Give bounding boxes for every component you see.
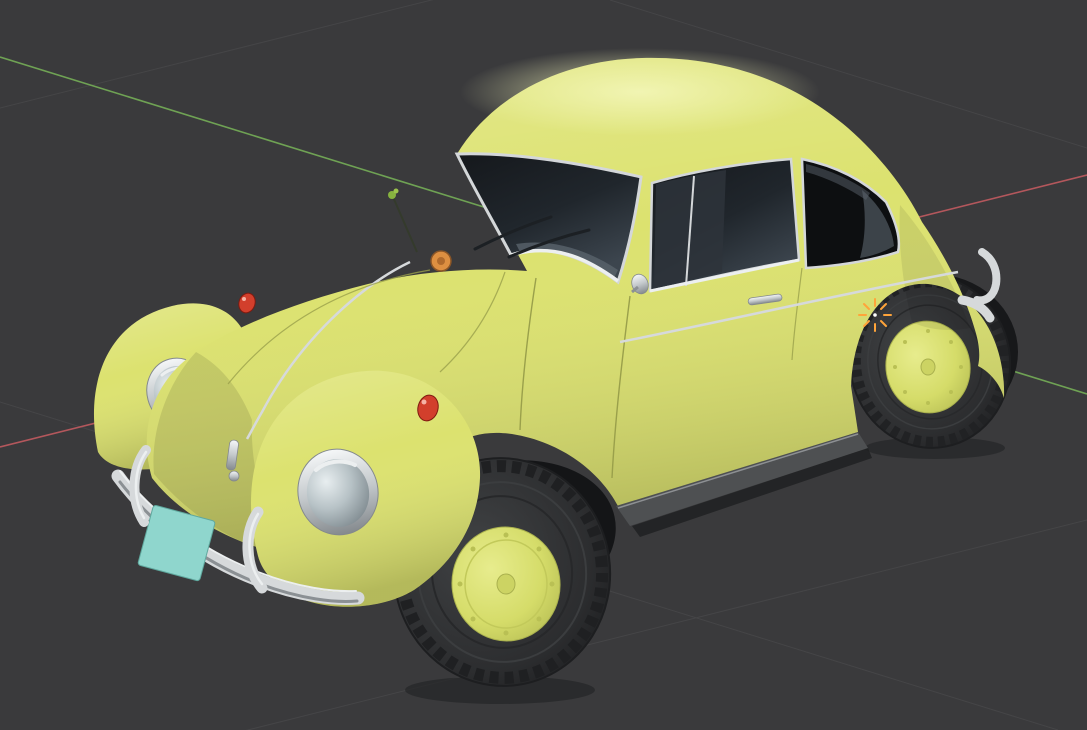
viewport[interactable] [0, 0, 1087, 730]
front-hubcap-center [496, 573, 516, 595]
roof-highlight [460, 48, 820, 136]
rear-hubcap-center [920, 358, 936, 376]
hood-emblem [228, 470, 240, 482]
origin-marker[interactable] [858, 298, 892, 332]
antenna-tip-leaf [393, 188, 399, 194]
origin-marker-center [873, 313, 877, 317]
near-turn-signal-highlight [421, 399, 427, 405]
viewport-canvas[interactable] [0, 0, 1087, 730]
far-turn-signal-highlight [242, 297, 246, 301]
hood-cap-center [437, 257, 445, 265]
